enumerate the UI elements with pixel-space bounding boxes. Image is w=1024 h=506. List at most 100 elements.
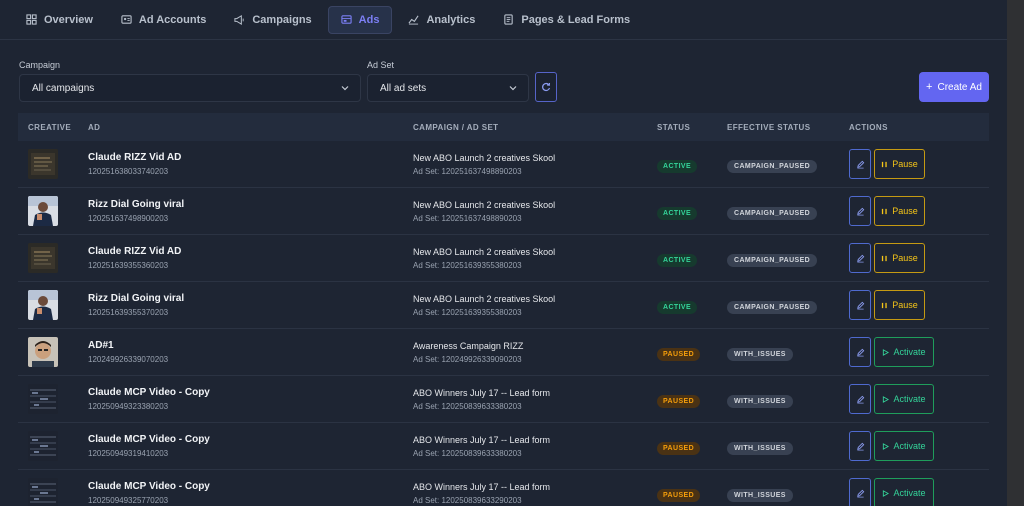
pencil-icon bbox=[856, 395, 864, 403]
campaign-cell: ABO Winners July 17 -- Lead form Ad Set:… bbox=[413, 435, 657, 458]
adset-id: Ad Set: 120249926339090203 bbox=[413, 354, 522, 364]
adset-select[interactable]: All ad sets bbox=[367, 74, 529, 102]
creative-thumbnail[interactable] bbox=[28, 478, 58, 506]
ad-cell: Claude MCP Video - Copy 1202509493194102… bbox=[88, 434, 413, 458]
table-row[interactable]: Claude RIZZ Vid AD 120251639355360203 Ne… bbox=[18, 235, 989, 282]
pencil-icon bbox=[856, 489, 864, 497]
effective-status-cell: CAMPAIGN_PAUSED bbox=[727, 249, 849, 267]
edit-button[interactable] bbox=[849, 337, 871, 367]
table-row[interactable]: Claude RIZZ Vid AD 120251638033740203 Ne… bbox=[18, 141, 989, 188]
creative-cell bbox=[18, 290, 88, 320]
effective-status-cell: CAMPAIGN_PAUSED bbox=[727, 155, 849, 173]
campaign-cell: New ABO Launch 2 creatives Skool Ad Set:… bbox=[413, 200, 657, 223]
table-row[interactable]: Rizz Dial Going viral 120251637498900203… bbox=[18, 188, 989, 235]
table-row[interactable]: Claude MCP Video - Copy 1202509493194102… bbox=[18, 423, 989, 470]
ads-manager-app: Overview Ad Accounts Campaigns Ads Analy… bbox=[0, 0, 1007, 506]
tab-label: Pages & Lead Forms bbox=[521, 13, 631, 26]
create-ad-button[interactable]: + Create Ad bbox=[919, 72, 989, 102]
ad-name[interactable]: Claude RIZZ Vid AD bbox=[88, 246, 413, 257]
edit-button[interactable] bbox=[849, 478, 871, 506]
pause-button[interactable]: Pause bbox=[874, 290, 925, 320]
edit-button[interactable] bbox=[849, 149, 871, 179]
activate-button[interactable]: Activate bbox=[874, 384, 934, 414]
effective-status-badge: WITH_ISSUES bbox=[727, 442, 793, 455]
play-icon bbox=[883, 348, 890, 356]
ad-id: 120250949325770203 bbox=[88, 496, 169, 505]
pencil-icon bbox=[856, 348, 864, 356]
edit-button[interactable] bbox=[849, 384, 871, 414]
campaign-name: Awareness Campaign RIZZ bbox=[413, 340, 524, 351]
adset-id: Ad Set: 120251637498890203 bbox=[413, 213, 522, 223]
status-cell: PAUSED bbox=[657, 484, 727, 502]
tab-label: Campaigns bbox=[252, 13, 312, 26]
tab-campaigns[interactable]: Campaigns bbox=[222, 6, 323, 34]
ad-name[interactable]: Claude MCP Video - Copy bbox=[88, 434, 413, 445]
edit-button[interactable] bbox=[849, 196, 871, 226]
refresh-button[interactable] bbox=[535, 72, 557, 102]
creative-thumbnail[interactable] bbox=[28, 243, 58, 273]
activate-button[interactable]: Activate bbox=[874, 431, 934, 461]
actions-cell: Pause bbox=[849, 290, 989, 320]
table-row[interactable]: AD#1 120249926339070203 Awareness Campai… bbox=[18, 329, 989, 376]
status-cell: ACTIVE bbox=[657, 296, 727, 314]
edit-button[interactable] bbox=[849, 431, 871, 461]
column-header-campaign: CAMPAIGN / AD SET bbox=[413, 122, 499, 132]
ad-cell: Claude RIZZ Vid AD 120251639355360203 bbox=[88, 246, 413, 270]
campaign-name: New ABO Launch 2 creatives Skool bbox=[413, 293, 556, 304]
table-row[interactable]: Rizz Dial Going viral 120251639355370203… bbox=[18, 282, 989, 329]
adset-id: Ad Set: 120251637498890203 bbox=[413, 166, 522, 176]
effective-status-cell: WITH_ISSUES bbox=[727, 484, 849, 502]
tab-analytics[interactable]: Analytics bbox=[396, 6, 487, 34]
ad-name[interactable]: AD#1 bbox=[88, 340, 413, 351]
ad-name[interactable]: Claude RIZZ Vid AD bbox=[88, 152, 413, 163]
tab-label: Overview bbox=[44, 13, 93, 26]
edit-button[interactable] bbox=[849, 243, 871, 273]
activate-button[interactable]: Activate bbox=[874, 478, 934, 506]
creative-thumbnail[interactable] bbox=[28, 431, 58, 461]
ad-cell: Claude MCP Video - Copy 1202509493233802… bbox=[88, 387, 413, 411]
column-header-effective-status: EFFECTIVE STATUS bbox=[727, 122, 811, 132]
play-icon bbox=[883, 395, 890, 403]
pause-button[interactable]: Pause bbox=[874, 243, 925, 273]
edit-button[interactable] bbox=[849, 290, 871, 320]
column-header-creative: CREATIVE bbox=[28, 122, 72, 132]
table-row[interactable]: Claude MCP Video - Copy 1202509493233802… bbox=[18, 376, 989, 423]
tab-label: Ads bbox=[358, 13, 380, 26]
creative-thumbnail[interactable] bbox=[28, 384, 58, 414]
adset-filter-label: Ad Set bbox=[367, 60, 395, 70]
chevron-down-icon bbox=[509, 86, 517, 91]
creative-cell bbox=[18, 337, 88, 367]
pause-button[interactable]: Pause bbox=[874, 196, 925, 226]
filter-bar: Campaign All campaigns Ad Set All ad set… bbox=[0, 40, 1007, 112]
tab-pages-lead-forms[interactable]: Pages & Lead Forms bbox=[491, 6, 642, 34]
page-scrollbar[interactable] bbox=[1007, 0, 1024, 506]
effective-status-badge: CAMPAIGN_PAUSED bbox=[727, 207, 818, 220]
adset-id: Ad Set: 120251639355380203 bbox=[413, 260, 522, 270]
creative-thumbnail[interactable] bbox=[28, 290, 58, 320]
creative-thumbnail[interactable] bbox=[28, 196, 58, 226]
creative-thumbnail[interactable] bbox=[28, 149, 58, 179]
activate-button[interactable]: Activate bbox=[874, 337, 934, 367]
adset-id: Ad Set: 120250839633290203 bbox=[413, 495, 522, 505]
tab-ads[interactable]: Ads bbox=[327, 5, 393, 34]
actions-cell: Pause bbox=[849, 149, 989, 179]
effective-status-badge: CAMPAIGN_PAUSED bbox=[727, 160, 818, 173]
pause-label: Pause bbox=[892, 206, 918, 216]
campaign-name: ABO Winners July 17 -- Lead form bbox=[413, 387, 551, 398]
creative-cell bbox=[18, 384, 88, 414]
ad-name[interactable]: Rizz Dial Going viral bbox=[88, 199, 413, 210]
creative-thumbnail[interactable] bbox=[28, 337, 58, 367]
ad-name[interactable]: Claude MCP Video - Copy bbox=[88, 481, 413, 492]
effective-status-badge: WITH_ISSUES bbox=[727, 395, 793, 408]
effective-status-badge: WITH_ISSUES bbox=[727, 489, 793, 502]
table-row[interactable]: Claude MCP Video - Copy 1202509493257702… bbox=[18, 470, 989, 506]
pause-button[interactable]: Pause bbox=[874, 149, 925, 179]
status-badge: ACTIVE bbox=[657, 301, 698, 314]
campaign-select[interactable]: All campaigns bbox=[19, 74, 361, 102]
tab-ad-accounts[interactable]: Ad Accounts bbox=[109, 6, 218, 34]
ad-name[interactable]: Rizz Dial Going viral bbox=[88, 293, 413, 304]
tab-overview[interactable]: Overview bbox=[14, 6, 105, 34]
pause-icon bbox=[882, 208, 887, 214]
pencil-icon bbox=[856, 301, 864, 309]
ad-name[interactable]: Claude MCP Video - Copy bbox=[88, 387, 413, 398]
